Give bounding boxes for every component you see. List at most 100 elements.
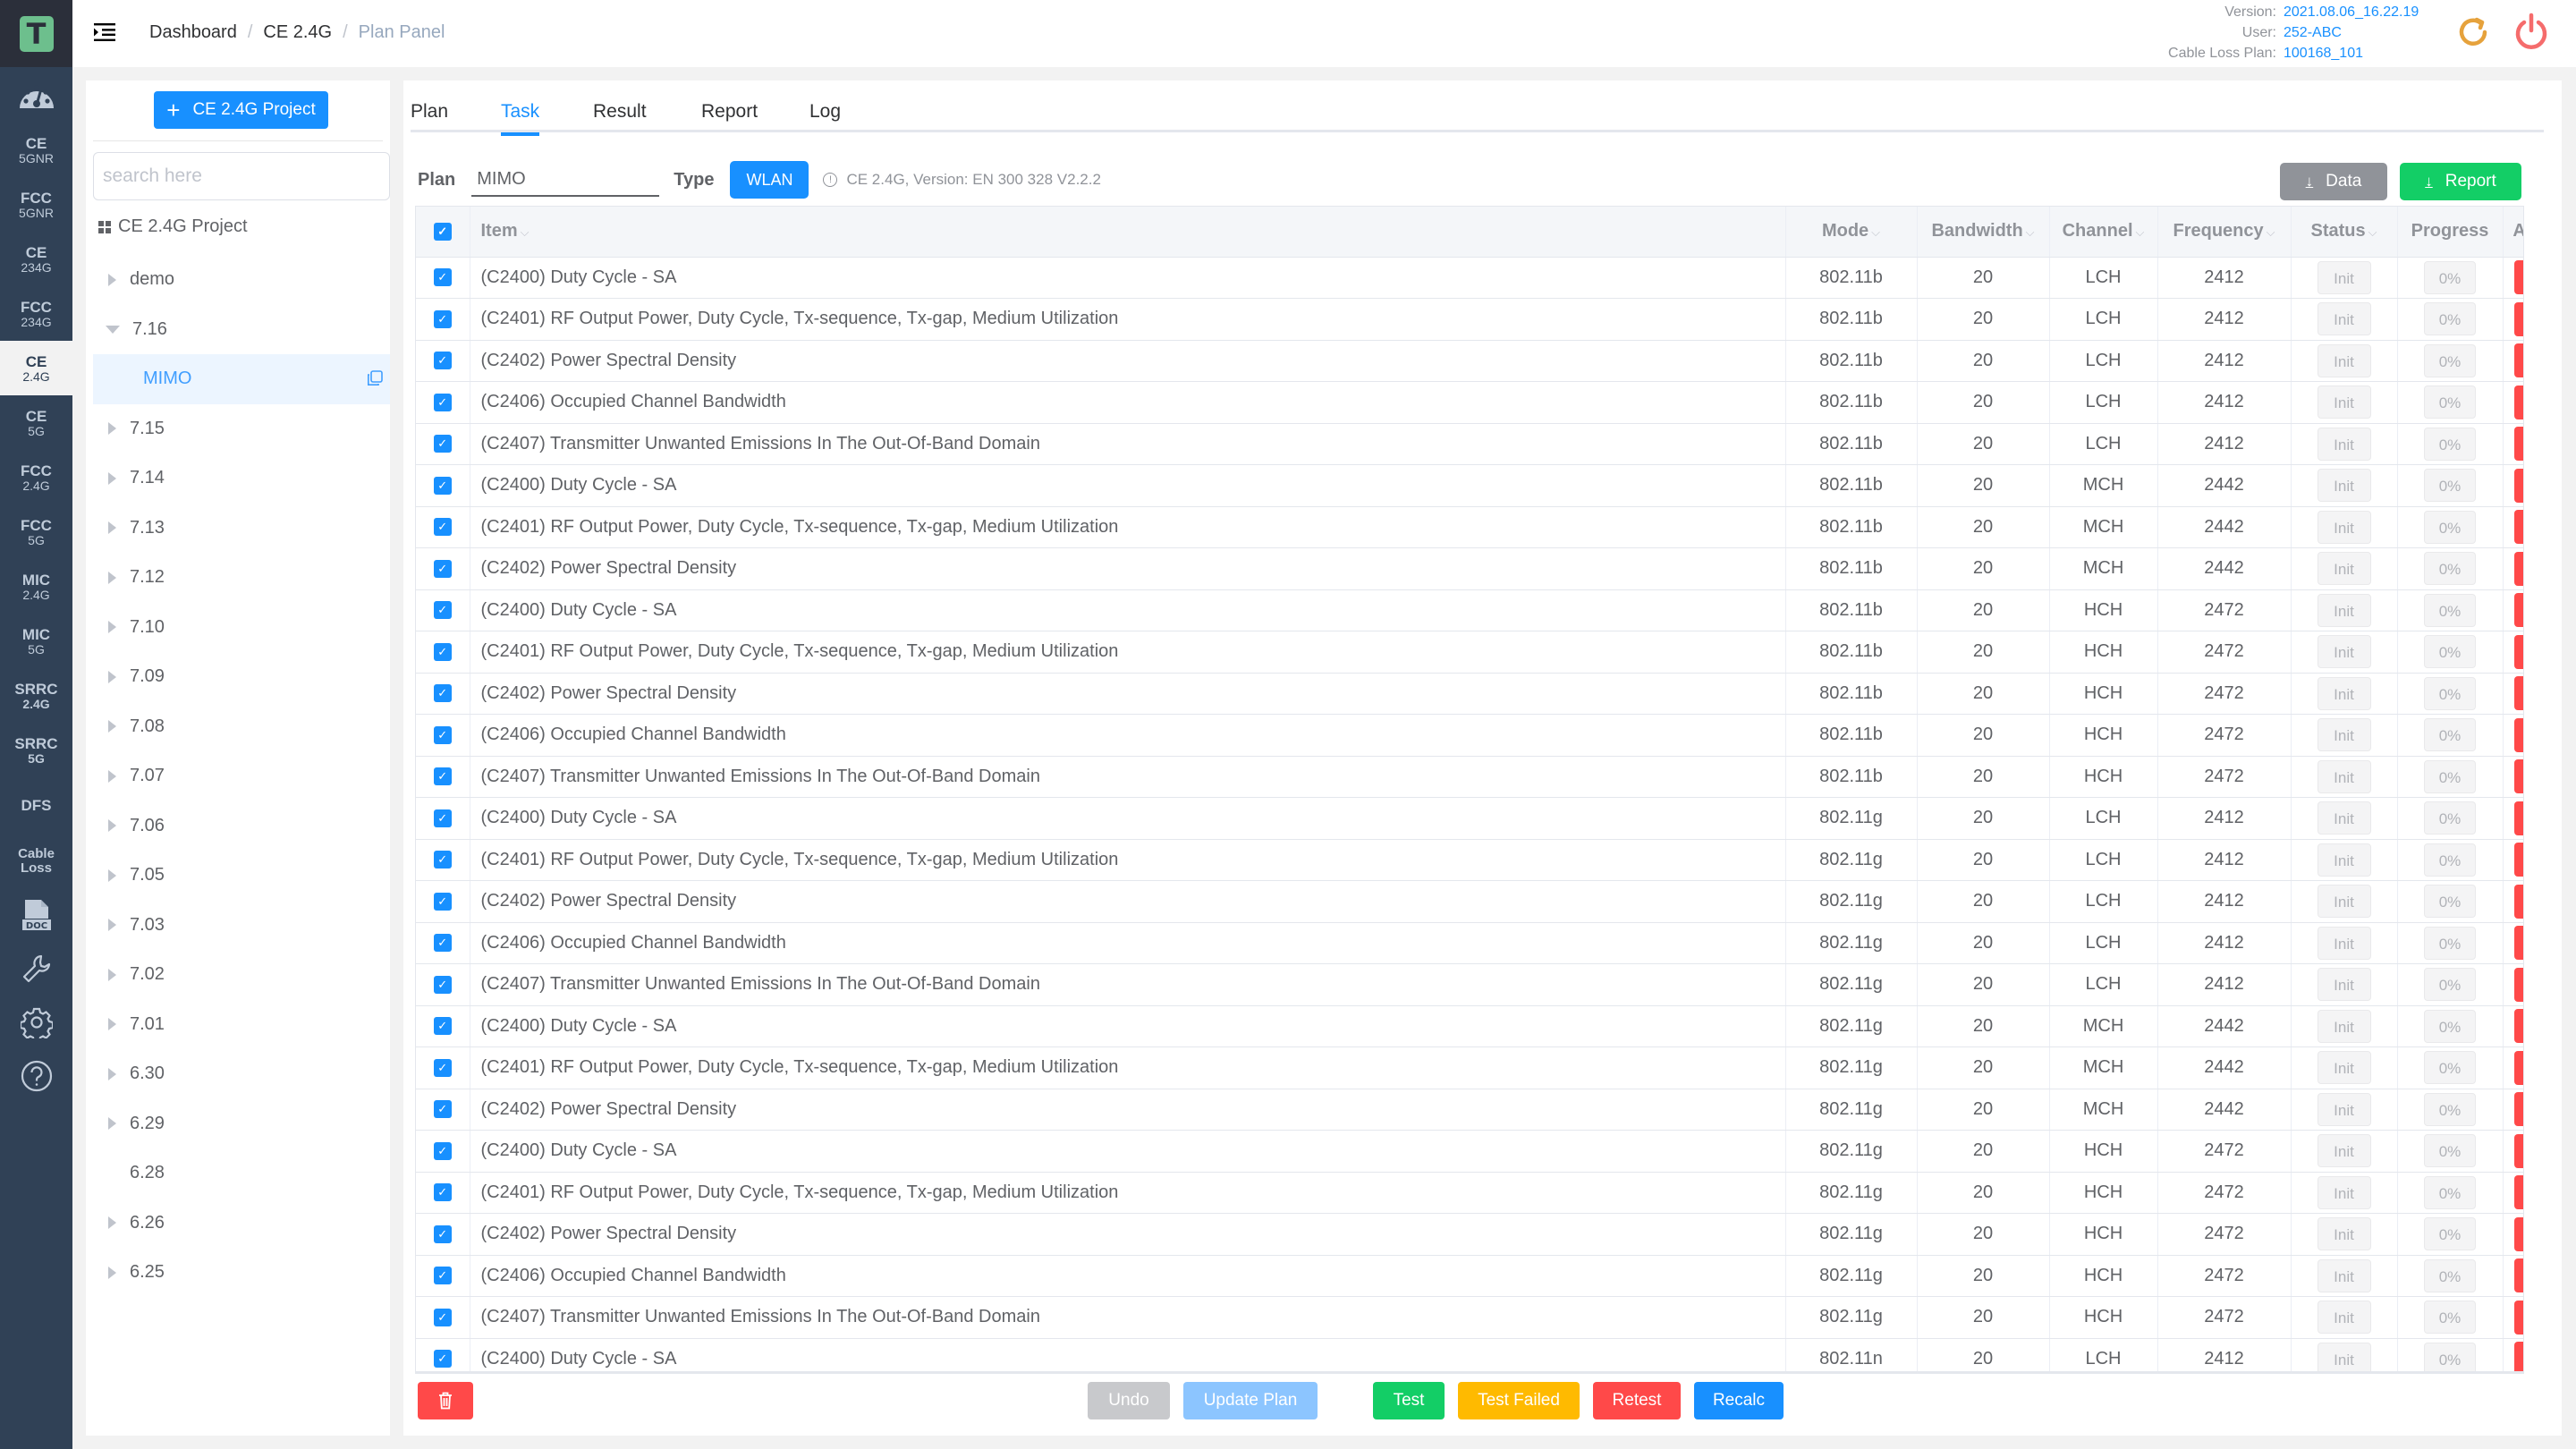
delete-row-button[interactable] [2513, 801, 2523, 835]
status-badge[interactable]: Init [2317, 1342, 2371, 1371]
row-checkbox[interactable]: ✓ [433, 559, 452, 578]
status-badge[interactable]: Init [2317, 1301, 2371, 1335]
status-badge[interactable]: Init [2317, 1258, 2371, 1292]
delete-row-button[interactable] [2513, 1216, 2523, 1251]
status-badge[interactable]: Init [2317, 427, 2371, 461]
tree-search-input[interactable] [93, 152, 390, 200]
rail-item-ce-234g[interactable]: CE 234G [0, 232, 72, 286]
row-checkbox[interactable]: ✓ [433, 1058, 452, 1077]
delete-row-button[interactable] [2513, 593, 2523, 628]
type-wlan-button[interactable]: WLAN [730, 161, 809, 199]
tree-node[interactable]: 7.12 [93, 553, 390, 603]
row-checkbox[interactable]: ✓ [433, 851, 452, 869]
row-checkbox[interactable]: ✓ [433, 435, 452, 453]
status-badge[interactable]: Init [2317, 801, 2371, 835]
status-badge[interactable]: Init [2317, 843, 2371, 877]
copy-icon[interactable] [367, 370, 383, 392]
tab-result[interactable]: Result [593, 101, 647, 132]
status-badge[interactable]: Init [2317, 469, 2371, 503]
delete-row-button[interactable] [2513, 843, 2523, 877]
row-checkbox[interactable]: ✓ [433, 1183, 452, 1202]
app-logo[interactable]: T [0, 0, 72, 67]
tree-node[interactable]: 7.03 [93, 901, 390, 951]
row-checkbox[interactable]: ✓ [433, 1224, 452, 1243]
tree-node[interactable]: 7.08 [93, 702, 390, 752]
refresh-button[interactable] [2455, 14, 2491, 55]
rail-item-ce-5gnr[interactable]: CE 5GNR [0, 123, 72, 177]
delete-row-button[interactable] [2513, 468, 2523, 503]
caret-right-icon[interactable] [108, 1117, 116, 1131]
tree-node[interactable]: 7.13 [93, 504, 390, 554]
row-checkbox[interactable]: ✓ [433, 934, 452, 953]
caret-right-icon[interactable] [108, 968, 116, 981]
row-checkbox[interactable]: ✓ [433, 1308, 452, 1326]
delete-row-button[interactable] [2513, 260, 2523, 295]
new-project-button[interactable]: + CE 2.4G Project [154, 91, 328, 129]
delete-row-button[interactable] [2513, 759, 2523, 794]
tree-node[interactable]: 7.06 [93, 801, 390, 852]
tree-node[interactable]: 7.09 [93, 652, 390, 702]
delete-row-button[interactable] [2513, 1133, 2523, 1168]
caret-right-icon[interactable] [108, 670, 116, 683]
tree-node[interactable]: 7.15 [93, 404, 390, 454]
row-checkbox[interactable]: ✓ [433, 1100, 452, 1119]
rail-dashboard[interactable] [0, 67, 72, 123]
delete-row-button[interactable] [2513, 926, 2523, 961]
row-checkbox[interactable]: ✓ [433, 892, 452, 911]
rail-item-mic-2-4g[interactable]: MIC 2.4G [0, 559, 72, 614]
row-checkbox[interactable]: ✓ [433, 1141, 452, 1160]
status-badge[interactable]: Init [2317, 343, 2371, 377]
recalc-button[interactable]: Recalc [1694, 1382, 1784, 1419]
status-badge[interactable]: Init [2317, 1051, 2371, 1085]
tree-node-selected[interactable]: MIMO [93, 354, 390, 404]
caret-right-icon[interactable] [108, 571, 116, 584]
sidebar-toggle-button[interactable] [94, 21, 115, 47]
tree-root[interactable]: CE 2.4G Project [98, 216, 248, 237]
rail-tools[interactable] [0, 942, 72, 996]
status-badge[interactable]: Init [2317, 260, 2371, 294]
row-checkbox[interactable]: ✓ [433, 642, 452, 661]
delete-row-button[interactable] [2513, 717, 2523, 752]
caret-right-icon[interactable] [108, 273, 116, 286]
caret-right-icon[interactable] [108, 1067, 116, 1080]
update-plan-button[interactable]: Update Plan [1183, 1382, 1318, 1419]
tree-node[interactable]: 7.14 [93, 453, 390, 504]
select-all-checkbox[interactable]: ✓ [433, 222, 452, 241]
rail-item-srrc-5g[interactable]: SRRC 5G [0, 723, 72, 777]
caret-right-icon[interactable] [108, 1216, 116, 1230]
status-badge[interactable]: Init [2317, 968, 2371, 1002]
tree-node[interactable]: 7.07 [93, 751, 390, 801]
tree-node[interactable]: 7.02 [93, 950, 390, 1000]
row-checkbox[interactable]: ✓ [433, 975, 452, 994]
tab-plan[interactable]: Plan [411, 101, 448, 132]
row-checkbox[interactable]: ✓ [433, 352, 452, 370]
delete-row-button[interactable] [2513, 1009, 2523, 1044]
row-checkbox[interactable]: ✓ [433, 518, 452, 537]
status-badge[interactable]: Init [2317, 593, 2371, 627]
delete-row-button[interactable] [2513, 551, 2523, 586]
rail-doc[interactable]: DOC [0, 888, 72, 942]
caret-down-icon[interactable] [106, 325, 120, 334]
delete-row-button[interactable] [2513, 967, 2523, 1002]
column-status[interactable]: Status ⌵ [2291, 207, 2398, 258]
download-data-button[interactable]: ↓ Data [2280, 163, 2387, 200]
tree-node[interactable]: 7.05 [93, 851, 390, 901]
cable-loss-plan-value[interactable]: 100168_101 [2276, 43, 2433, 64]
row-checkbox[interactable]: ✓ [433, 725, 452, 744]
rail-item-dfs[interactable]: DFS [0, 777, 72, 833]
tab-report[interactable]: Report [701, 101, 758, 132]
delete-row-button[interactable] [2513, 1342, 2523, 1371]
status-badge[interactable]: Init [2317, 1217, 2371, 1251]
delete-selected-button[interactable] [418, 1382, 473, 1419]
breadcrumb-ce-2-4g[interactable]: CE 2.4G [263, 22, 332, 43]
rail-help[interactable] [0, 1049, 72, 1103]
status-badge[interactable]: Init [2317, 302, 2371, 336]
breadcrumb-dashboard[interactable]: Dashboard [149, 22, 237, 43]
rail-item-ce-2-4g[interactable]: CE 2.4G [0, 341, 72, 395]
delete-row-button[interactable] [2513, 343, 2523, 378]
rail-item-fcc-2-4g[interactable]: FCC 2.4G [0, 450, 72, 504]
status-badge[interactable]: Init [2317, 635, 2371, 669]
caret-right-icon[interactable] [108, 919, 116, 932]
status-badge[interactable]: Init [2317, 386, 2371, 419]
caret-right-icon[interactable] [108, 1018, 116, 1031]
